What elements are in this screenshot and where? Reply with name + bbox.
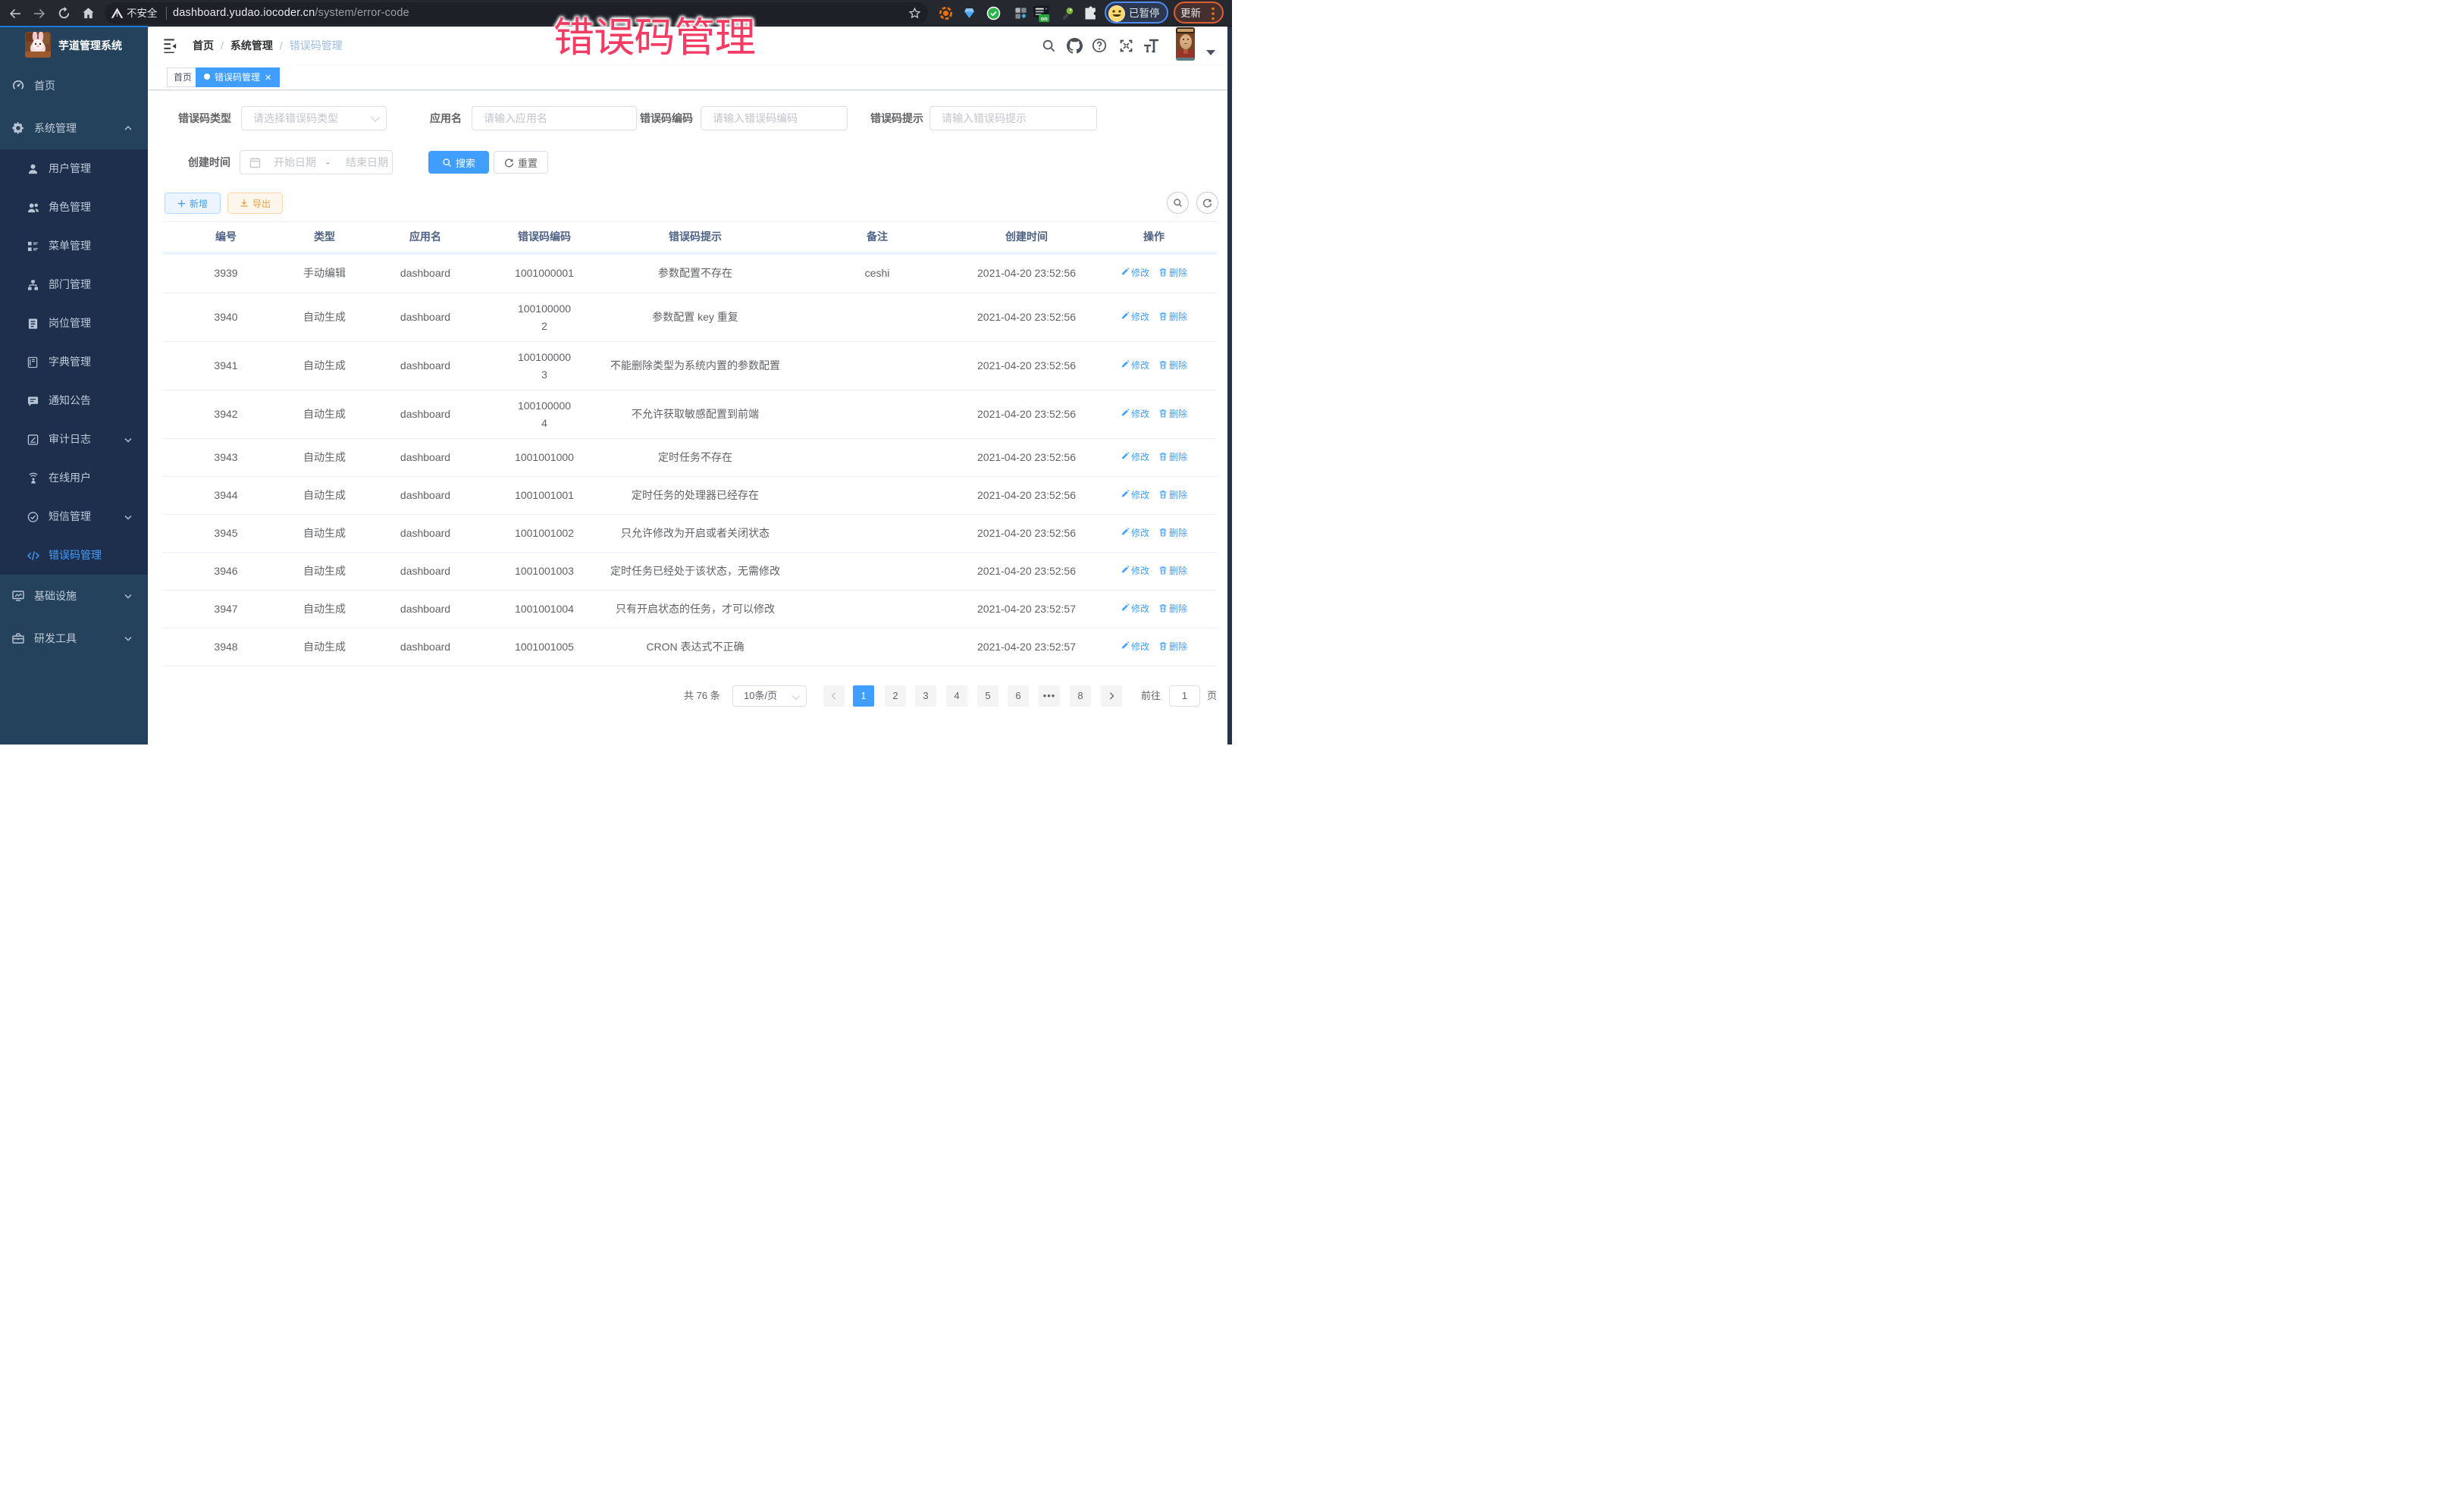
svg-text:on: on (1041, 14, 1049, 21)
